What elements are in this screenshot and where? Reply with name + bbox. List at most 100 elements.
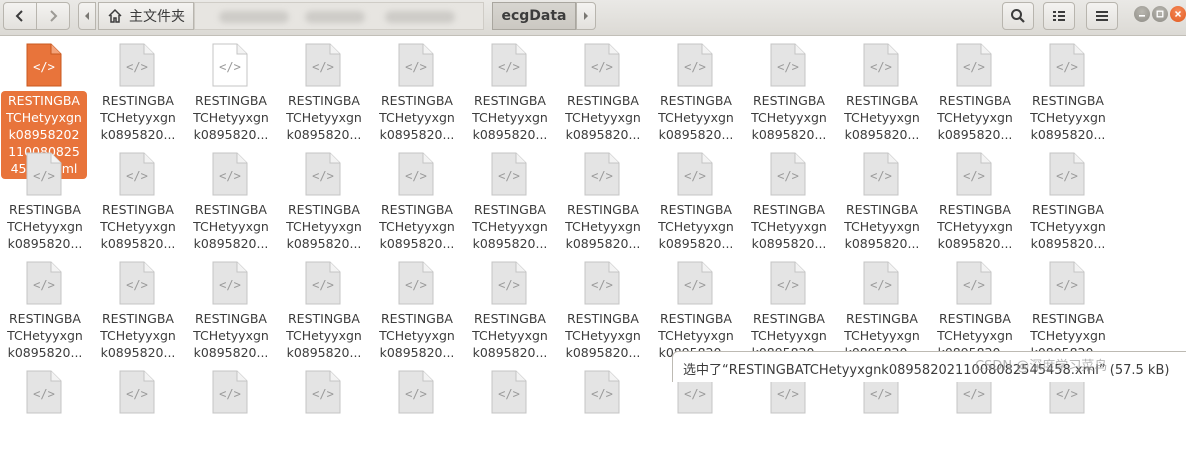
file-name-label: RESTINGBA TCHetyyxgn k0895820... <box>93 92 183 143</box>
xml-file-icon: </> <box>491 43 527 87</box>
file-item[interactable]: </>RESTINGBATCHetyyxgnk0895820... <box>279 255 369 361</box>
svg-text:</>: </> <box>1056 60 1078 74</box>
search-button[interactable] <box>1002 2 1034 30</box>
file-name-line: k0895820... <box>379 345 455 360</box>
pathbar-scroll-left-button[interactable] <box>78 2 96 30</box>
file-item[interactable]: </>RESTINGBATCHetyyxgnk0895820... <box>186 37 276 143</box>
file-name-line: RESTINGBA <box>194 311 267 326</box>
view-options-icon <box>1053 11 1065 21</box>
svg-text:</>: </> <box>591 60 613 74</box>
xml-file-icon: </> <box>1049 261 1085 305</box>
xml-file-icon: </> <box>863 43 899 87</box>
file-item[interactable]: </>RESTINGBATCHetyyxgnk0895820... <box>837 146 927 252</box>
file-name-label: RESTINGBA TCHetyyxgn k0895820... <box>279 201 369 252</box>
file-item[interactable]: </>RESTINGBATCHetyyxgnk0895820... <box>558 37 648 143</box>
file-name-line: TCHetyyxgn <box>937 110 1013 125</box>
file-item[interactable]: </>RESTINGBATCHetyyxgnk0895820... <box>744 255 834 361</box>
file-name-line: RESTINGBA <box>287 202 360 217</box>
file-name-line: TCHetyyxgn <box>6 110 82 125</box>
file-item[interactable]: </>RESTINGBATCHetyyxgnk0895820... <box>1023 37 1113 143</box>
file-name-line: k0895820... <box>937 236 1013 251</box>
file-item[interactable]: </>RESTINGBATCHetyyxgnk0895820... <box>837 255 927 361</box>
file-item[interactable]: </>RESTINGBATCHetyyxgnk0895820... <box>930 37 1020 143</box>
file-item[interactable]: </>RESTINGBATCHetyyxgnk0895820... <box>1023 146 1113 252</box>
svg-text:</>: </> <box>405 169 427 183</box>
file-item[interactable]: </>RESTINGBATCHetyyxgnk0895820... <box>651 255 741 361</box>
file-item[interactable]: </>RESTINGBATCHetyyxgnk0895820... <box>465 37 555 143</box>
file-name-line: k0895820... <box>100 345 176 360</box>
xml-file-icon: </> <box>212 261 248 305</box>
file-name-line: TCHetyyxgn <box>844 219 920 234</box>
minimize-button[interactable] <box>1134 6 1150 22</box>
file-item[interactable]: </>RESTINGBATCHetyyxgnk0895820... <box>558 146 648 252</box>
file-name-line: TCHetyyxgn <box>472 328 548 343</box>
file-item[interactable]: </>RESTINGBATCHetyyxgnk0895820... <box>651 37 741 143</box>
svg-text:</>: </> <box>684 278 706 292</box>
file-name-line: k0895820... <box>379 127 455 142</box>
pathbar-scroll-right-button[interactable] <box>576 2 596 30</box>
breadcrumb-home[interactable]: 主文件夹 <box>98 2 194 30</box>
file-item[interactable]: </>RESTINGBATCHetyyxgnk0895820... <box>372 255 462 361</box>
file-name-label: RESTINGBA TCHetyyxgn k0895820... <box>837 92 927 143</box>
file-item[interactable]: </>RESTINGBATCHetyyxgnk0895820... <box>279 146 369 252</box>
file-name-line: RESTINGBA <box>101 93 174 108</box>
file-item[interactable]: </>RESTINGBATCHetyyxgnk0895820... <box>930 255 1020 361</box>
file-item[interactable]: </>RESTINGBATCHetyyxgnk0895820... <box>0 146 90 252</box>
xml-file-icon: </> <box>305 261 341 305</box>
xml-file-icon: </> <box>119 370 155 414</box>
file-item[interactable]: </>RESTINGBATCHetyyxgnk0895820... <box>558 255 648 361</box>
file-item[interactable]: </> <box>465 364 555 470</box>
back-button[interactable] <box>3 2 37 30</box>
file-name-line: k0895820... <box>844 236 920 251</box>
view-options-button[interactable] <box>1043 2 1075 30</box>
file-item[interactable]: </>RESTINGBATCHetyyxgnk0895820... <box>279 37 369 143</box>
file-item[interactable]: </>RESTINGBATCHetyyxgnk0895820... <box>744 146 834 252</box>
svg-text:</>: </> <box>405 387 427 401</box>
file-item-selected[interactable]: </> RESTINGBA TCHetyyxgn k08958202 110080825… <box>0 37 90 179</box>
maximize-icon <box>1156 10 1164 18</box>
xml-file-icon: </> <box>1049 152 1085 196</box>
file-name-label: RESTINGBA TCHetyyxgn k0895820... <box>93 310 183 361</box>
xml-file-icon: </> <box>584 152 620 196</box>
file-name-label: RESTINGBA TCHetyyxgn k0895820... <box>279 92 369 143</box>
close-button[interactable] <box>1170 6 1186 22</box>
file-item[interactable]: </>RESTINGBATCHetyyxgnk0895820... <box>465 255 555 361</box>
menu-button[interactable] <box>1086 2 1118 30</box>
xml-file-icon: </> <box>770 261 806 305</box>
file-item[interactable]: </>RESTINGBATCHetyyxgnk0895820... <box>930 146 1020 252</box>
file-item[interactable]: </> <box>186 364 276 470</box>
file-item[interactable]: </> <box>372 364 462 470</box>
xml-file-icon: </> <box>119 43 155 87</box>
maximize-button[interactable] <box>1152 6 1168 22</box>
file-item[interactable]: </> <box>93 364 183 470</box>
file-item[interactable]: </>RESTINGBATCHetyyxgnk0895820... <box>372 146 462 252</box>
file-item[interactable]: </>RESTINGBATCHetyyxgnk0895820... <box>744 37 834 143</box>
xml-file-icon: </> <box>863 261 899 305</box>
file-name-line: TCHetyyxgn <box>193 110 269 125</box>
file-item[interactable]: </>RESTINGBATCHetyyxgnk0895820... <box>1023 255 1113 361</box>
breadcrumb-hidden[interactable] <box>194 2 484 30</box>
file-item[interactable]: </>RESTINGBATCHetyyxgnk0895820... <box>186 146 276 252</box>
xml-file-icon: </> <box>1049 43 1085 87</box>
file-item[interactable]: </> <box>0 364 90 470</box>
file-item[interactable]: </> RESTINGBATCHetyyxgnk0895820... <box>93 37 183 143</box>
file-item[interactable]: </>RESTINGBATCHetyyxgnk0895820... <box>0 255 90 361</box>
file-item[interactable]: </>RESTINGBATCHetyyxgnk0895820... <box>465 146 555 252</box>
search-icon <box>1011 9 1025 23</box>
file-name-line: RESTINGBA <box>101 311 174 326</box>
file-item[interactable]: </>RESTINGBATCHetyyxgnk0895820... <box>651 146 741 252</box>
forward-button[interactable] <box>36 2 70 30</box>
file-item[interactable]: </>RESTINGBATCHetyyxgnk0895820... <box>186 255 276 361</box>
file-item[interactable]: </> <box>279 364 369 470</box>
breadcrumb-current[interactable]: ecgData <box>492 2 576 30</box>
go-back-icon <box>15 10 23 22</box>
file-item[interactable]: </>RESTINGBATCHetyyxgnk0895820... <box>93 146 183 252</box>
file-item[interactable]: </>RESTINGBATCHetyyxgnk0895820... <box>93 255 183 361</box>
file-item[interactable]: </> <box>558 364 648 470</box>
file-item[interactable]: </> RESTINGBATCHetyyxgnk0895820... <box>837 37 927 143</box>
file-name-line: k0895820... <box>100 127 176 142</box>
file-item[interactable]: </>RESTINGBATCHetyyxgnk0895820... <box>372 37 462 143</box>
svg-text:</>: </> <box>591 278 613 292</box>
file-name-line: k0895820... <box>844 127 920 142</box>
breadcrumb-current-label: ecgData <box>501 8 567 24</box>
